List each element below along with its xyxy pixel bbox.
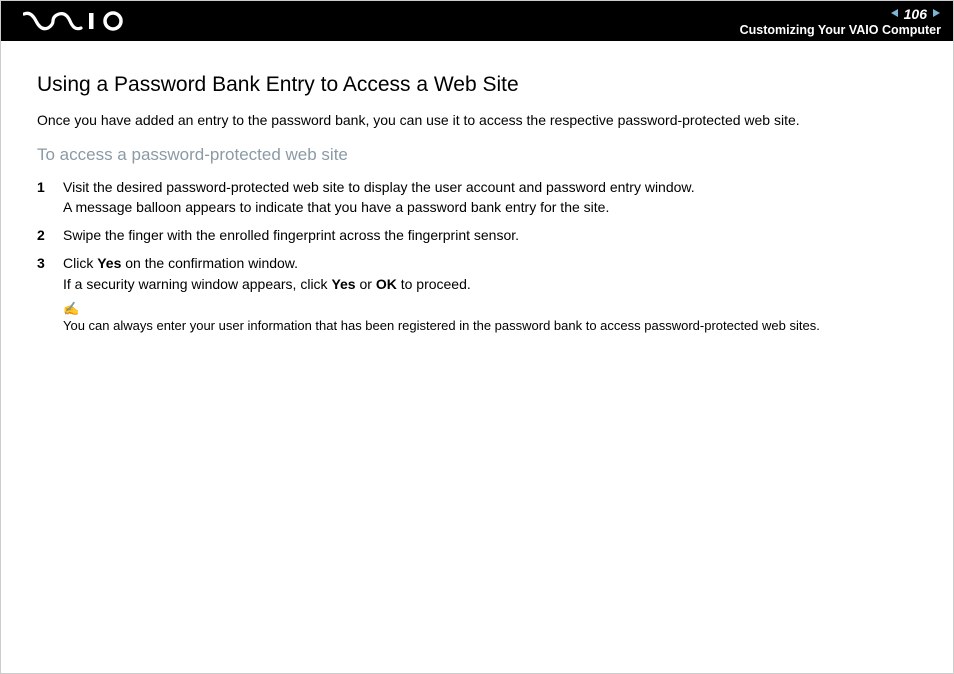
note-text: You can always enter your user informati… [63,317,917,335]
note-block: ✍ You can always enter your user informa… [63,302,917,335]
step-2: 2 Swipe the finger with the enrolled fin… [37,225,917,245]
steps-list: 1 Visit the desired password-protected w… [37,177,917,294]
step-number: 1 [37,177,63,197]
prev-page-arrow[interactable] [890,6,900,22]
step-body: Swipe the finger with the enrolled finge… [63,225,917,245]
vaio-logo [23,10,133,32]
step-text: Visit the desired password-protected web… [63,179,695,195]
page-title: Using a Password Bank Entry to Access a … [37,73,917,97]
step-3: 3 Click Yes on the confirmation window. … [37,253,917,294]
header-bar: 106 Customizing Your VAIO Computer [1,1,953,41]
page-content: Using a Password Bank Entry to Access a … [1,41,953,335]
bold-yes: Yes [97,255,121,271]
section-subtitle: To access a password-protected web site [37,145,917,165]
step-text: Click [63,255,97,271]
bold-yes: Yes [331,276,355,292]
step-text: Swipe the finger with the enrolled finge… [63,227,519,243]
note-icon: ✍ [63,302,917,315]
step-text: or [356,276,376,292]
step-number: 3 [37,253,63,273]
breadcrumb: Customizing Your VAIO Computer [740,23,941,37]
bold-ok: OK [376,276,397,292]
step-text: A message balloon appears to indicate th… [63,199,609,215]
step-text: to proceed. [397,276,471,292]
step-text: on the confirmation window. [121,255,298,271]
header-right: 106 Customizing Your VAIO Computer [740,6,941,37]
step-body: Click Yes on the confirmation window. If… [63,253,917,294]
step-1: 1 Visit the desired password-protected w… [37,177,917,218]
next-page-arrow[interactable] [931,6,941,22]
page-number: 106 [904,7,927,21]
step-text: If a security warning window appears, cl… [63,276,331,292]
step-body: Visit the desired password-protected web… [63,177,917,218]
intro-paragraph: Once you have added an entry to the pass… [37,111,917,131]
step-number: 2 [37,225,63,245]
page-navigation: 106 [740,6,941,22]
